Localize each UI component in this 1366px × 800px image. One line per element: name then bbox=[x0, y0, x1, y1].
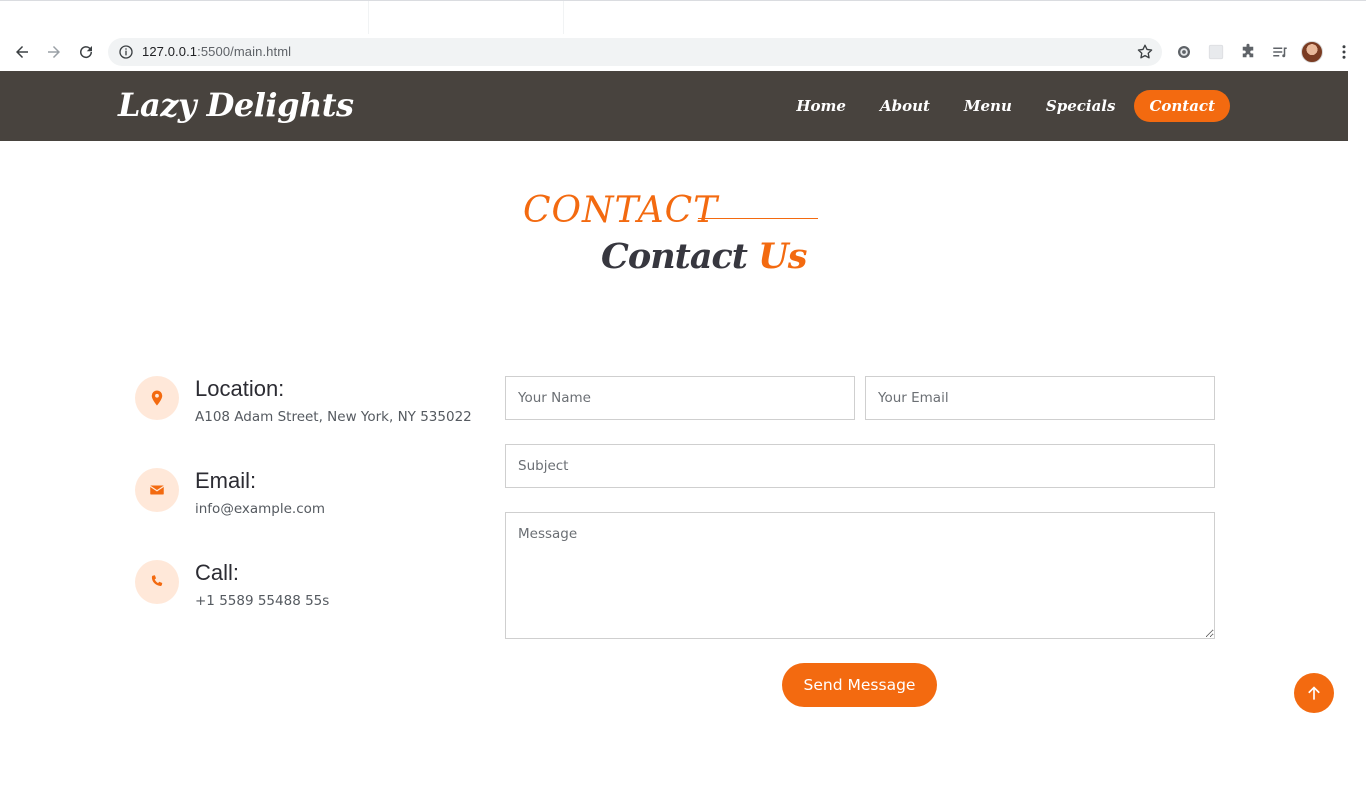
arrow-up-icon bbox=[1308, 686, 1320, 700]
phone-icon bbox=[135, 560, 179, 604]
puzzle-extensions-icon[interactable] bbox=[1238, 42, 1258, 62]
back-to-top-button[interactable] bbox=[1294, 673, 1334, 713]
url-text: 127.0.0.1:5500/main.html bbox=[142, 44, 292, 59]
name-input[interactable] bbox=[505, 376, 855, 420]
info-email: Email: info@example.com bbox=[135, 468, 475, 538]
reload-icon[interactable] bbox=[74, 40, 98, 64]
section-title: CONTACT bbox=[523, 190, 719, 231]
envelope-icon bbox=[135, 468, 179, 512]
map-pin-icon bbox=[135, 376, 179, 420]
info-email-title: Email: bbox=[195, 468, 257, 493]
email-input[interactable] bbox=[865, 376, 1215, 420]
browser-tabstrip bbox=[0, 0, 1366, 35]
more-menu-icon[interactable] bbox=[1334, 42, 1354, 62]
site-header: Lazy Delights Home About Menu Specials C… bbox=[0, 71, 1348, 141]
browser-toolbar: 127.0.0.1:5500/main.html bbox=[0, 34, 1366, 71]
browser-active-tab[interactable] bbox=[368, 1, 564, 35]
back-arrow-icon[interactable] bbox=[10, 40, 34, 64]
info-email-text: info@example.com bbox=[195, 501, 326, 517]
info-location: Location: A108 Adam Street, New York, NY… bbox=[135, 376, 475, 446]
nav-link-about[interactable]: About bbox=[865, 90, 945, 122]
nav-link-menu[interactable]: Menu bbox=[949, 90, 1027, 122]
extension-box-icon[interactable] bbox=[1206, 42, 1226, 62]
info-location-text: A108 Adam Street, New York, NY 535022 bbox=[195, 409, 472, 425]
main-nav: Home About Menu Specials Contact bbox=[777, 90, 1230, 122]
nav-link-specials[interactable]: Specials bbox=[1031, 90, 1131, 122]
nav-link-home[interactable]: Home bbox=[781, 90, 861, 122]
site-logo[interactable]: Lazy Delights bbox=[118, 86, 354, 124]
info-call-title: Call: bbox=[195, 560, 240, 585]
section-title-line bbox=[698, 218, 818, 219]
send-message-button[interactable]: Send Message bbox=[782, 663, 937, 707]
info-call-text: +1 5589 55488 55s bbox=[195, 593, 330, 609]
message-textarea[interactable] bbox=[505, 512, 1215, 639]
address-bar[interactable]: 127.0.0.1:5500/main.html bbox=[108, 38, 1162, 66]
profile-avatar[interactable] bbox=[1301, 41, 1323, 63]
info-call: Call: +1 5589 55488 55s bbox=[135, 560, 475, 630]
info-location-title: Location: bbox=[195, 376, 285, 401]
info-icon[interactable] bbox=[118, 44, 134, 60]
gear-extension-icon[interactable] bbox=[1174, 42, 1194, 62]
page-scrollbar[interactable] bbox=[1348, 71, 1366, 800]
section-subtitle: Contact Us bbox=[601, 236, 807, 277]
nav-link-contact[interactable]: Contact bbox=[1134, 90, 1230, 122]
subject-input[interactable] bbox=[505, 444, 1215, 488]
media-queue-icon[interactable] bbox=[1270, 42, 1290, 62]
forward-arrow-icon[interactable] bbox=[42, 40, 66, 64]
bookmark-star-icon[interactable] bbox=[1136, 43, 1154, 61]
